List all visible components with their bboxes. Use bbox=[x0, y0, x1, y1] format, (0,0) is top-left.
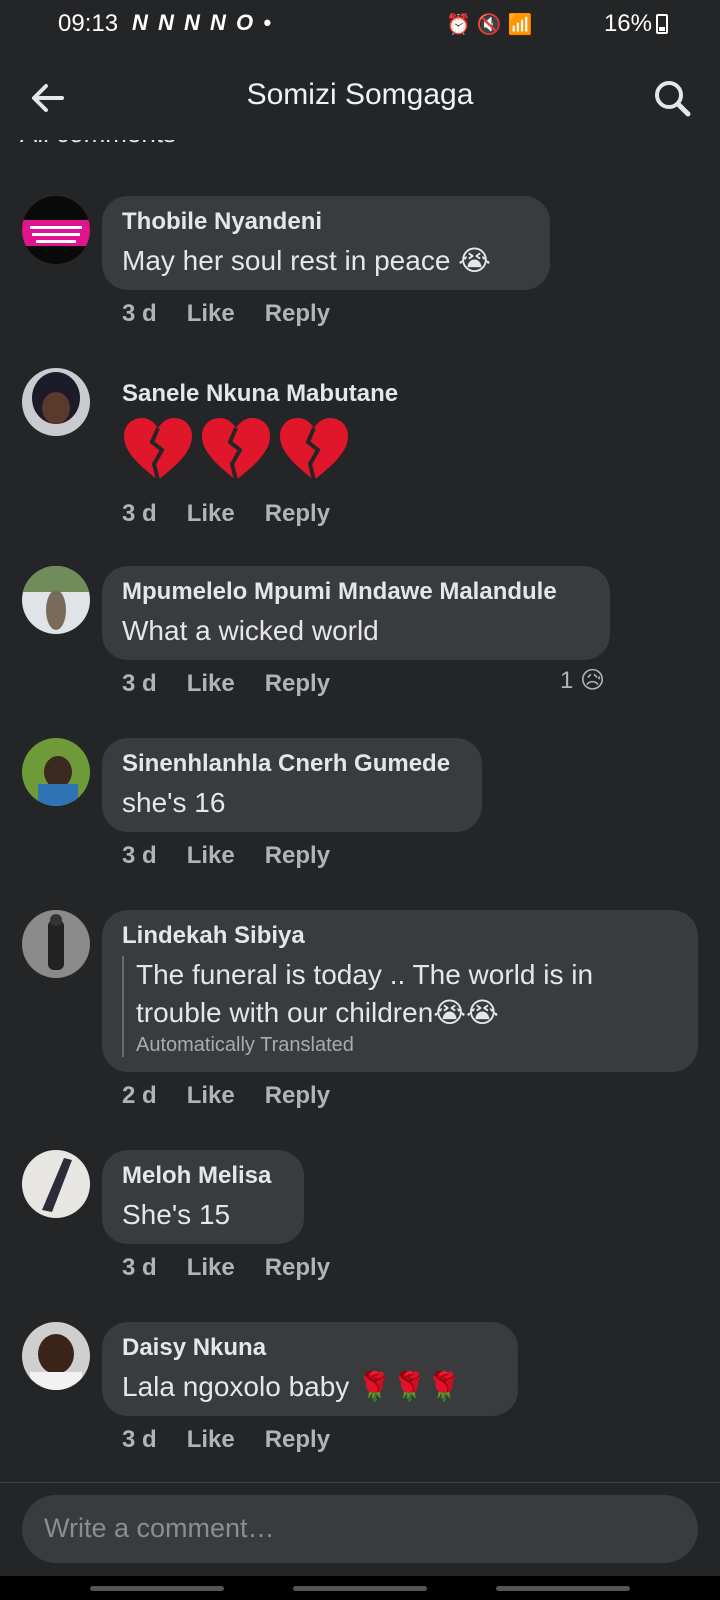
comment-bubble[interactable]: Lindekah Sibiya The funeral is today .. … bbox=[102, 910, 698, 1072]
reply-button[interactable]: Reply bbox=[265, 500, 330, 528]
avatar[interactable] bbox=[22, 1322, 90, 1390]
search-button[interactable] bbox=[650, 76, 694, 120]
nav-recents-button[interactable] bbox=[90, 1586, 224, 1591]
comment-time: 3 d bbox=[122, 842, 157, 869]
comment-text: What a wicked world bbox=[122, 615, 379, 646]
status-time: 09:13 bbox=[58, 10, 119, 37]
like-button[interactable]: Like bbox=[187, 300, 235, 328]
like-button[interactable]: Like bbox=[187, 1426, 235, 1454]
comment-bubble[interactable]: Thobile Nyandeni May her soul rest in pe… bbox=[102, 196, 550, 290]
comment-actions: 3 d Like Reply bbox=[122, 500, 360, 528]
broken-heart-icon bbox=[202, 418, 270, 481]
like-button[interactable]: Like bbox=[187, 842, 235, 870]
reaction-summary[interactable]: 1 😥 bbox=[560, 666, 605, 695]
like-button[interactable]: Like bbox=[187, 500, 235, 528]
notification-icons: N N N N O • bbox=[132, 10, 273, 35]
reaction-count: 1 bbox=[560, 667, 574, 694]
avatar-image bbox=[22, 1322, 90, 1390]
comment-text: she's 16 bbox=[122, 787, 226, 818]
avatar-image bbox=[22, 368, 90, 436]
comment-author[interactable]: Mpumelelo Mpumi Mndawe Malandule bbox=[122, 578, 582, 606]
avatar[interactable] bbox=[22, 566, 90, 634]
composer-divider bbox=[0, 1482, 720, 1483]
avatar-image bbox=[22, 738, 90, 806]
comment-text: She's 15 bbox=[122, 1199, 231, 1230]
search-icon bbox=[655, 81, 691, 117]
comment-author[interactable]: Thobile Nyandeni bbox=[122, 208, 522, 236]
section-title-cover bbox=[0, 118, 720, 140]
comment-bubble[interactable]: Sinenhlanhla Cnerh Gumede she's 16 bbox=[102, 738, 482, 832]
reply-button[interactable]: Reply bbox=[265, 1254, 330, 1282]
like-button[interactable]: Like bbox=[187, 670, 235, 698]
comment-actions: 3 d Like Reply bbox=[122, 1426, 360, 1454]
comment-actions: 2 d Like Reply bbox=[122, 1082, 360, 1110]
avatar[interactable] bbox=[22, 738, 90, 806]
avatar-image bbox=[22, 196, 90, 264]
comment-time: 3 d bbox=[122, 1426, 157, 1453]
comment-author[interactable]: Daisy Nkuna bbox=[122, 1334, 490, 1362]
comment-bubble[interactable]: Meloh Melisa She's 15 bbox=[102, 1150, 304, 1244]
comment-author[interactable]: Sanele Nkuna Mabutane bbox=[122, 380, 454, 408]
comment-emoji-row bbox=[122, 416, 454, 484]
avatar-image bbox=[22, 910, 90, 978]
avatar[interactable] bbox=[22, 910, 90, 978]
reply-button[interactable]: Reply bbox=[265, 670, 330, 698]
like-button[interactable]: Like bbox=[187, 1254, 235, 1282]
comment-actions: 3 d Like Reply bbox=[122, 300, 360, 328]
avatar[interactable] bbox=[22, 368, 90, 436]
system-icons: ⏰🔇📶 bbox=[446, 14, 539, 36]
comment-text: May her soul rest in peace 😭 bbox=[122, 245, 491, 276]
comment-time: 3 d bbox=[122, 300, 157, 327]
comment-time: 3 d bbox=[122, 500, 157, 527]
avatar[interactable] bbox=[22, 1150, 90, 1218]
translated-block: The funeral is today .. The world is in … bbox=[122, 956, 670, 1057]
status-bar: 09:13 N N N N O • ⏰🔇📶 16% bbox=[0, 0, 720, 52]
comment-bubble[interactable]: Daisy Nkuna Lala ngoxolo baby 🌹🌹🌹 bbox=[102, 1322, 518, 1416]
comment-author[interactable]: Sinenhlanhla Cnerh Gumede bbox=[122, 750, 454, 778]
comment-actions: 3 d Like Reply bbox=[122, 1254, 360, 1282]
comment-input[interactable]: Write a comment… bbox=[22, 1495, 698, 1563]
battery-icon bbox=[656, 14, 668, 34]
comment-actions: 3 d Like Reply bbox=[122, 842, 360, 870]
reply-button[interactable]: Reply bbox=[265, 1082, 330, 1110]
avatar[interactable] bbox=[22, 196, 90, 264]
comment-bubble[interactable]: Sanele Nkuna Mabutane bbox=[102, 368, 482, 518]
comment-text: The funeral is today .. The world is in … bbox=[136, 959, 594, 1028]
comment-time: 3 d bbox=[122, 670, 157, 697]
comment-actions: 3 d Like Reply bbox=[122, 670, 360, 698]
avatar-image bbox=[22, 566, 90, 634]
reply-button[interactable]: Reply bbox=[265, 300, 330, 328]
avatar-image bbox=[22, 1150, 90, 1218]
comment-bubble[interactable]: Mpumelelo Mpumi Mndawe Malandule What a … bbox=[102, 566, 610, 660]
comment-time: 3 d bbox=[122, 1254, 157, 1281]
like-button[interactable]: Like bbox=[187, 1082, 235, 1110]
comment-author[interactable]: Meloh Melisa bbox=[122, 1162, 276, 1190]
battery-percent: 16% bbox=[603, 10, 652, 37]
comment-author[interactable]: Lindekah Sibiya bbox=[122, 922, 670, 950]
reply-button[interactable]: Reply bbox=[265, 1426, 330, 1454]
nav-back-button[interactable] bbox=[496, 1586, 630, 1591]
comment-time: 2 d bbox=[122, 1082, 157, 1109]
broken-heart-icon bbox=[280, 418, 348, 481]
system-nav-bar bbox=[0, 1576, 720, 1600]
translation-note[interactable]: Automatically Translated bbox=[136, 1034, 670, 1057]
page-title: Somizi Somgaga bbox=[246, 78, 474, 111]
nav-home-button[interactable] bbox=[293, 1586, 427, 1591]
comment-text: Lala ngoxolo baby 🌹🌹🌹 bbox=[122, 1371, 462, 1402]
reply-button[interactable]: Reply bbox=[265, 842, 330, 870]
sad-face-icon: 😥 bbox=[580, 667, 606, 694]
broken-heart-icon bbox=[124, 418, 192, 481]
